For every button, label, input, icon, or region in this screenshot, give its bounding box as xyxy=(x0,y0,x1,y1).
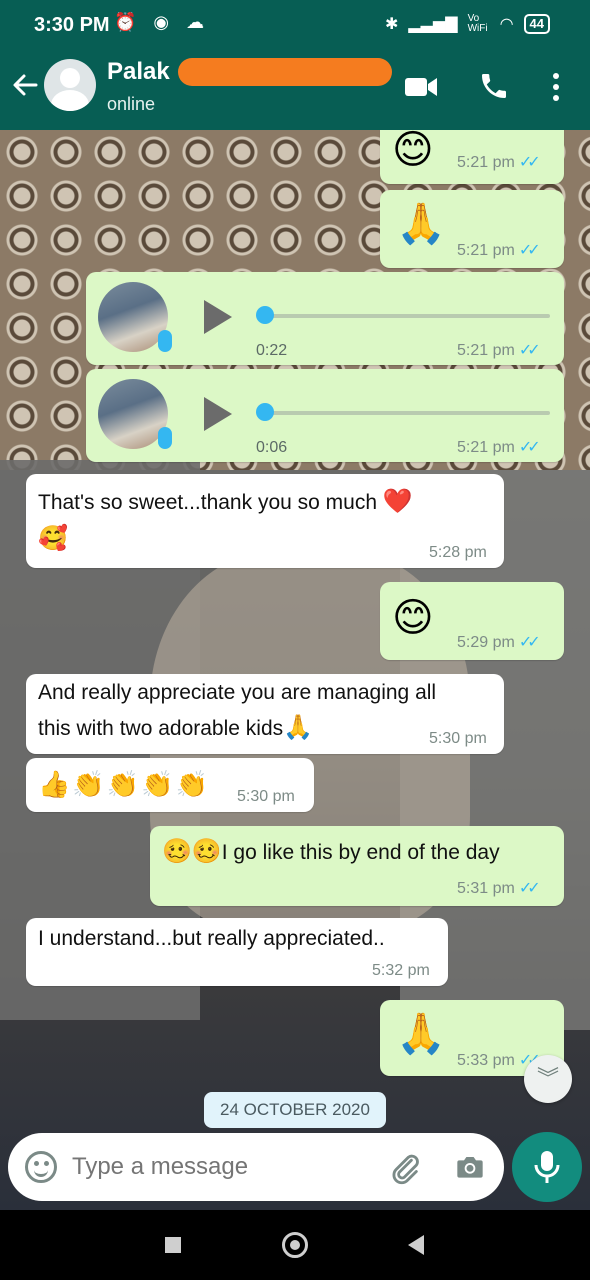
message-time: 5:21 pm xyxy=(457,342,515,359)
pray-emoji: 🙏 xyxy=(283,713,314,741)
message-incoming[interactable]: 👍👏👏👏👏 5:30 pm xyxy=(26,758,314,812)
voice-message[interactable]: 0:06 5:21 pm ✓✓ xyxy=(86,369,564,462)
video-call-icon[interactable] xyxy=(404,76,438,98)
message-emoji: 🥰 xyxy=(38,524,68,552)
chat-area[interactable]: 😊 5:21 pm ✓✓ 🙏 5:21 pm ✓✓ 0:22 5:21 pm ✓✓ 0… xyxy=(0,130,590,1210)
wifi-icon: ◠ xyxy=(499,16,514,33)
back-arrow-icon[interactable] xyxy=(10,70,40,100)
voice-progress-track[interactable] xyxy=(260,314,550,318)
message-time: 5:21 pm xyxy=(457,154,515,171)
mic-icon xyxy=(534,1151,560,1183)
message-incoming[interactable]: And really appreciate you are managing a… xyxy=(26,674,504,754)
play-icon[interactable] xyxy=(204,300,232,334)
read-ticks-icon: ✓✓ xyxy=(518,154,541,171)
message-outgoing[interactable]: 😊 5:29 pm ✓✓ xyxy=(380,582,564,660)
voice-progress-track[interactable] xyxy=(260,411,550,415)
message-time: 5:30 pm xyxy=(237,788,295,805)
voice-duration: 0:22 xyxy=(256,342,288,359)
read-ticks-icon: ✓✓ xyxy=(518,634,541,651)
message-time: 5:33 pm xyxy=(457,1052,515,1069)
read-ticks-icon: ✓✓ xyxy=(518,342,541,359)
avatar[interactable] xyxy=(44,59,96,111)
message-time: 5:30 pm xyxy=(429,730,487,747)
message-time: 5:21 pm xyxy=(457,242,515,259)
emoji-icon[interactable] xyxy=(25,1151,57,1183)
message-input[interactable] xyxy=(72,1153,372,1181)
notification-icons: ⏰ ◉ ☁ xyxy=(114,12,211,32)
chat-header: Palak online xyxy=(0,44,590,130)
voice-progress-knob[interactable] xyxy=(256,306,274,324)
mic-badge-icon xyxy=(158,330,172,352)
message-time: 5:28 pm xyxy=(429,544,487,561)
message-emoji: 😊 xyxy=(392,130,434,173)
message-outgoing[interactable]: 🥴🥴I go like this by end of the day 5:31 … xyxy=(150,826,564,906)
message-outgoing[interactable]: 😊 5:21 pm ✓✓ xyxy=(380,130,564,184)
more-icon[interactable] xyxy=(550,72,562,102)
message-emoji: 🙏 xyxy=(396,1011,446,1057)
message-emoji: 🥴🥴 xyxy=(162,837,222,865)
voice-duration: 0:06 xyxy=(256,439,288,456)
attach-icon[interactable] xyxy=(388,1151,422,1185)
home-icon[interactable] xyxy=(282,1232,308,1258)
message-time: 5:29 pm xyxy=(457,634,515,651)
message-outgoing[interactable]: 🙏 5:21 pm ✓✓ xyxy=(380,190,564,268)
play-icon[interactable] xyxy=(204,397,232,431)
redaction-mark xyxy=(178,58,392,86)
double-chevron-down-icon: ︾ xyxy=(536,1066,559,1091)
message-text: I understand...but really appreciated.. xyxy=(38,927,385,950)
message-time: 5:31 pm xyxy=(457,880,515,897)
contact-status: online xyxy=(107,94,156,114)
battery-icon: 44 xyxy=(523,14,550,34)
vowifi-label: Vo WiFi xyxy=(467,13,488,34)
contact-name[interactable]: Palak xyxy=(107,58,170,86)
message-incoming[interactable]: That's so sweet...thank you so much ❤️ 🥰… xyxy=(26,474,504,568)
read-ticks-icon: ✓✓ xyxy=(518,880,541,897)
scroll-down-button[interactable]: ︾ xyxy=(524,1055,572,1103)
mic-button[interactable] xyxy=(512,1132,582,1202)
message-emoji: 😊 xyxy=(392,595,434,641)
recents-icon[interactable] xyxy=(165,1237,181,1253)
message-incoming[interactable]: I understand...but really appreciated.. … xyxy=(26,918,448,986)
message-text: I go like this by end of the day xyxy=(221,841,500,864)
message-time: 5:32 pm xyxy=(372,962,430,979)
message-text: That's so sweet...thank you so much xyxy=(38,491,378,514)
heart-emoji: ❤️ xyxy=(382,487,413,515)
read-ticks-icon: ✓✓ xyxy=(518,242,541,259)
mic-badge-icon xyxy=(158,427,172,449)
message-text-line-2: this with two adorable kids xyxy=(38,717,284,740)
read-ticks-icon: ✓✓ xyxy=(518,439,541,456)
signal-icon: ▂▃▅▇ xyxy=(408,16,458,33)
back-nav-icon[interactable] xyxy=(408,1235,424,1255)
voice-progress-knob[interactable] xyxy=(256,403,274,421)
system-nav-bar xyxy=(0,1210,590,1280)
date-chip: 24 OCTOBER 2020 xyxy=(204,1092,386,1128)
status-time: 3:30 PM xyxy=(34,14,110,36)
message-text-line-1: And really appreciate you are managing a… xyxy=(38,681,437,704)
phone-icon[interactable] xyxy=(478,70,510,102)
message-time: 5:21 pm xyxy=(457,439,515,456)
voice-message[interactable]: 0:22 5:21 pm ✓✓ xyxy=(86,272,564,365)
camera-icon[interactable] xyxy=(454,1151,486,1183)
message-emoji: 🙏 xyxy=(396,201,446,247)
message-input-bar[interactable] xyxy=(8,1133,504,1201)
message-emoji: 👍👏👏👏👏 xyxy=(38,770,210,800)
bluetooth-icon: ✱ xyxy=(384,16,399,33)
